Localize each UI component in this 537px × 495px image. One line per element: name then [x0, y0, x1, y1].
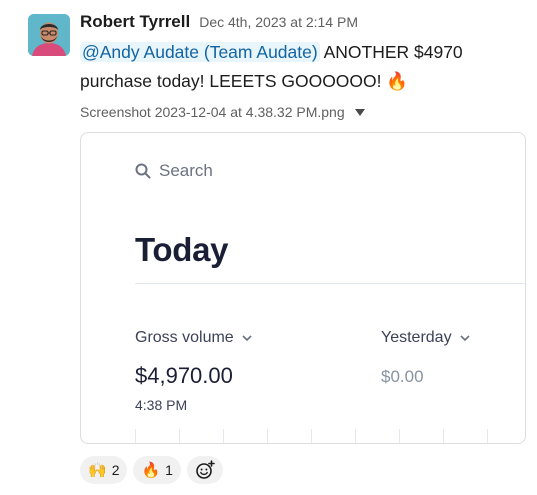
- chat-message: Robert Tyrrell Dec 4th, 2023 at 2:14 PM …: [0, 0, 537, 495]
- collapse-toggle-icon[interactable]: [354, 108, 365, 116]
- add-emoji-icon: [196, 460, 215, 479]
- axis-tick: [355, 429, 356, 443]
- attachment-header: Screenshot 2023-12-04 at 4.38.32 PM.png: [80, 104, 365, 120]
- gross-volume-value: $4,970.00: [135, 363, 233, 388]
- user-mention[interactable]: @Andy Audate (Team Audate): [80, 42, 320, 62]
- reactions-bar: 🙌 2 🔥 1: [80, 456, 223, 484]
- preview-search: Search: [135, 161, 213, 181]
- gross-volume-label: Gross volume: [135, 329, 252, 347]
- add-reaction-button[interactable]: [186, 456, 223, 484]
- axis-tick: [399, 429, 400, 443]
- axis-tick: [223, 429, 224, 443]
- author-name[interactable]: Robert Tyrrell: [80, 12, 190, 32]
- gross-volume-time: 4:38 PM: [135, 397, 188, 413]
- attachment-image-preview[interactable]: Search Today Gross volume Yesterday $4,9…: [80, 132, 526, 444]
- axis-tick: [179, 429, 180, 443]
- chevron-down-icon: [242, 335, 252, 342]
- message-timestamp[interactable]: Dec 4th, 2023 at 2:14 PM: [199, 14, 358, 30]
- avatar[interactable]: [28, 14, 70, 56]
- preview-title: Today: [135, 231, 229, 268]
- reaction-raised-hands[interactable]: 🙌 2: [80, 456, 128, 484]
- fire-icon: 🔥: [141, 460, 161, 479]
- chevron-down-icon: [460, 335, 470, 342]
- axis-tick: [135, 429, 136, 443]
- reaction-count: 2: [111, 462, 120, 478]
- search-icon: [135, 163, 151, 179]
- avatar-image: [28, 14, 70, 56]
- reaction-count: 1: [165, 462, 173, 478]
- fire-emoji: 🔥: [386, 71, 409, 91]
- chart-axis-ticks: [135, 429, 525, 443]
- yesterday-label: Yesterday: [381, 329, 470, 347]
- reaction-fire[interactable]: 🔥 1: [133, 456, 181, 484]
- axis-tick: [311, 429, 312, 443]
- gross-volume-text: Gross volume: [135, 329, 234, 346]
- message-body: @Andy Audate (Team Audate) ANOTHER $4970…: [80, 38, 520, 96]
- message-header: Robert Tyrrell Dec 4th, 2023 at 2:14 PM: [80, 12, 358, 32]
- yesterday-text: Yesterday: [381, 329, 452, 346]
- axis-tick: [443, 429, 444, 443]
- yesterday-value: $0.00: [381, 367, 424, 386]
- preview-search-label: Search: [159, 161, 213, 180]
- raised-hands-icon: 🙌: [88, 460, 107, 479]
- axis-tick: [267, 429, 268, 443]
- preview-divider: [135, 283, 525, 284]
- attachment-filename[interactable]: Screenshot 2023-12-04 at 4.38.32 PM.png: [80, 104, 345, 120]
- axis-tick: [487, 429, 488, 443]
